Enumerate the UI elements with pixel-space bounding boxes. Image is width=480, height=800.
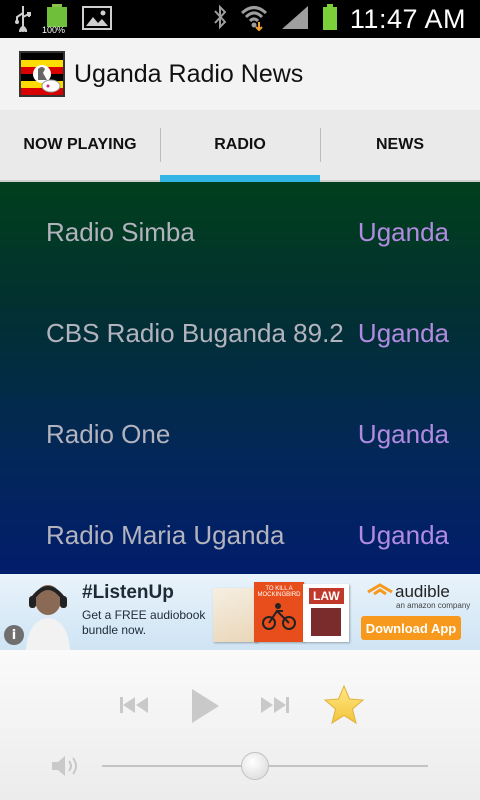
tab-news[interactable]: NEWS xyxy=(320,110,480,180)
volume-slider-thumb[interactable] xyxy=(241,752,270,780)
image-icon xyxy=(82,6,112,34)
list-item[interactable]: Radio One Uganda xyxy=(0,384,480,485)
ad-brand: audible xyxy=(395,582,450,601)
book-title-1: TO KILL A MOCKINGBIRD xyxy=(257,586,301,598)
ad-hashtag: #ListenUp xyxy=(82,582,174,603)
book-cover-2: TO KILL A MOCKINGBIRD xyxy=(254,582,304,642)
tab-radio[interactable]: RADIO xyxy=(160,110,320,182)
bluetooth-icon xyxy=(212,3,228,35)
player-controls xyxy=(0,650,480,800)
status-bar: 100% 11:47 AM xyxy=(0,0,480,38)
station-country: Uganda xyxy=(357,419,449,449)
list-item[interactable]: CBS Radio Buganda 89.2 Uganda xyxy=(0,283,480,384)
wifi-icon xyxy=(240,3,268,35)
list-item[interactable]: Radio Maria Uganda Uganda xyxy=(0,485,480,586)
list-item[interactable]: Radio Simba Uganda xyxy=(0,182,480,283)
download-app-button[interactable]: Download App xyxy=(361,616,461,640)
tab-label: RADIO xyxy=(214,136,266,153)
station-country: Uganda xyxy=(357,217,449,247)
station-name: Radio Simba xyxy=(46,217,195,247)
station-country: Uganda xyxy=(357,318,449,348)
tab-label: NOW PLAYING xyxy=(23,136,137,153)
ad-brand-sub: an amazon company xyxy=(396,601,471,610)
app-title: Uganda Radio News xyxy=(74,59,304,88)
status-left-icons: 100% xyxy=(14,4,112,36)
ad-subtext: Get a FREE audiobook bundle now. xyxy=(82,608,206,637)
action-bar: Uganda Radio News xyxy=(0,38,480,110)
clock-time: 11:47 AM xyxy=(349,3,466,34)
tab-label: NEWS xyxy=(376,136,424,153)
headphone-person-image xyxy=(18,578,78,650)
favorite-star-icon[interactable] xyxy=(322,683,366,731)
station-country: Uganda xyxy=(357,520,449,550)
ad-banner[interactable]: #ListenUp Get a FREE audiobook bundle no… xyxy=(0,574,480,650)
tab-now-playing[interactable]: NOW PLAYING xyxy=(0,110,160,180)
previous-icon[interactable] xyxy=(118,692,150,722)
tab-bar: NOW PLAYING RADIO NEWS xyxy=(0,110,480,182)
ad-info-icon[interactable]: i xyxy=(4,625,24,645)
book-cover-1 xyxy=(213,588,257,642)
uganda-flag-icon[interactable] xyxy=(19,51,65,97)
play-icon[interactable] xyxy=(188,686,222,730)
next-icon[interactable] xyxy=(259,692,291,722)
station-name: Radio One xyxy=(46,419,171,449)
station-list: Radio Simba Uganda CBS Radio Buganda 89.… xyxy=(0,182,480,574)
book-cover-3: LAW xyxy=(303,584,349,642)
book-title-2: LAW xyxy=(309,588,344,604)
battery-icon xyxy=(322,3,338,35)
status-right-icons: 11:47 AM xyxy=(212,3,466,35)
station-name: CBS Radio Buganda 89.2 xyxy=(46,318,344,348)
usb-icon xyxy=(14,4,32,36)
audible-logo-icon xyxy=(367,582,393,602)
volume-icon[interactable] xyxy=(50,752,82,784)
battery-full-icon: 100% xyxy=(42,4,70,36)
battery-percent-label: 100% xyxy=(42,25,66,35)
station-name: Radio Maria Uganda xyxy=(46,520,285,550)
signal-icon xyxy=(280,4,310,34)
